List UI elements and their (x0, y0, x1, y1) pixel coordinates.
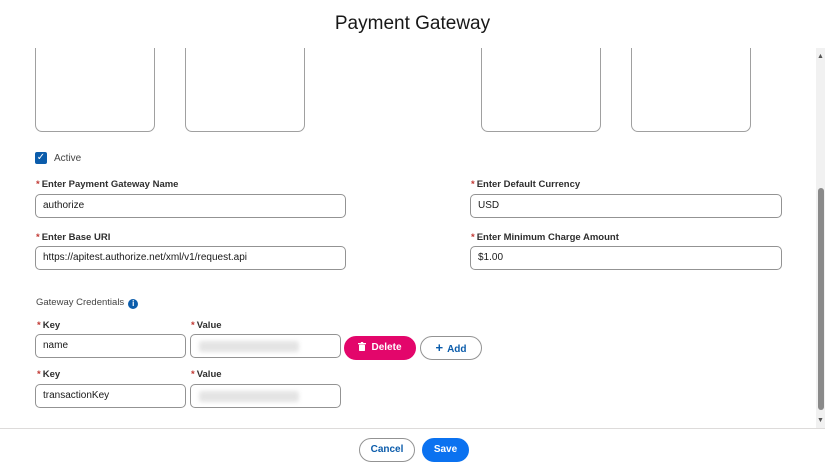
gateway-name-label: * Enter Payment Gateway Name (36, 179, 178, 190)
required-marker: * (191, 369, 195, 380)
modal-title: Payment Gateway (334, 13, 491, 34)
gateway-name-label-text: Enter Payment Gateway Name (41, 179, 179, 190)
credentials-title-text: Gateway Credentials (36, 297, 125, 308)
trash-icon (358, 337, 367, 359)
required-marker: * (36, 232, 40, 243)
gateway-tile[interactable] (35, 48, 155, 132)
key-label: * Key (37, 320, 60, 331)
credential-value-input[interactable] (190, 384, 341, 408)
min-charge-label-text: Enter Minimum Charge Amount (476, 232, 619, 243)
delete-label: Delete (371, 342, 402, 353)
default-currency-label-text: Enter Default Currency (476, 179, 581, 190)
scroll-up-arrow-icon[interactable]: ▲ (816, 52, 825, 61)
scroll-down-arrow-icon[interactable]: ▼ (816, 416, 825, 425)
scrollbar-thumb[interactable] (818, 188, 824, 410)
credential-key-input[interactable]: transactionKey (35, 384, 186, 408)
base-uri-input[interactable]: https://apitest.authorize.net/xml/v1/req… (35, 246, 346, 270)
required-marker: * (36, 179, 40, 190)
modal-body: ✓ Active * Enter Payment Gateway Name aut… (0, 48, 825, 428)
base-uri-label: * Enter Base URI (36, 232, 110, 243)
key-label: * Key (37, 369, 60, 380)
gateway-name-input[interactable]: authorize (35, 194, 346, 218)
masked-value (199, 391, 299, 402)
min-charge-input[interactable]: $1.00 (470, 246, 782, 270)
active-checkbox[interactable]: ✓ (35, 152, 47, 164)
required-marker: * (191, 320, 195, 331)
gateway-tile[interactable] (631, 48, 751, 132)
cancel-button[interactable]: Cancel (359, 438, 415, 462)
value-label-text: Value (196, 369, 222, 380)
active-label: Active (54, 153, 82, 164)
modal-header: Payment Gateway (0, 0, 825, 49)
key-label-text: Key (42, 320, 61, 331)
default-currency-label: * Enter Default Currency (471, 179, 580, 190)
key-label-text: Key (42, 369, 61, 380)
required-marker: * (471, 232, 475, 243)
default-currency-input[interactable]: USD (470, 194, 782, 218)
info-icon[interactable]: i (128, 299, 139, 309)
plus-icon: + (435, 340, 444, 355)
credentials-title: Gateway Credentials i (36, 297, 139, 309)
value-label: * Value (191, 369, 222, 380)
required-marker: * (37, 320, 41, 331)
delete-button[interactable]: Delete (344, 336, 416, 360)
save-button[interactable]: Save (422, 438, 469, 462)
credential-value-input[interactable] (190, 334, 341, 358)
add-button[interactable]: + Add (420, 336, 482, 360)
required-marker: * (37, 369, 41, 380)
min-charge-label: * Enter Minimum Charge Amount (471, 232, 619, 243)
value-label-text: Value (196, 320, 222, 331)
credential-key-input[interactable]: name (35, 334, 186, 358)
gateway-tile[interactable] (481, 48, 601, 132)
required-marker: * (471, 179, 475, 190)
value-label: * Value (191, 320, 222, 331)
base-uri-label-text: Enter Base URI (41, 232, 111, 243)
checkmark-icon: ✓ (36, 152, 46, 163)
gateway-tile[interactable] (185, 48, 305, 132)
add-label: Add (447, 344, 467, 355)
masked-value (199, 341, 299, 352)
